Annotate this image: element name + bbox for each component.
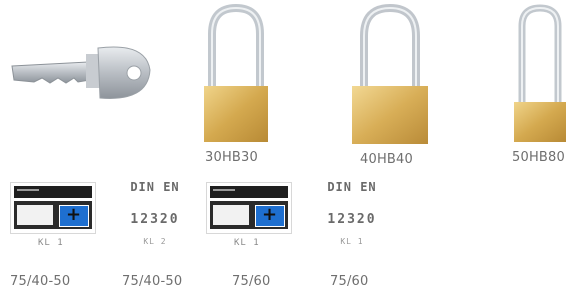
product-caption-50hb80: 50HB80 (512, 150, 565, 165)
din-title: DIN EN (327, 180, 377, 194)
din-title: DIN EN (130, 180, 180, 194)
din-en-badge: DIN EN 12320 KL 1 (314, 180, 390, 246)
din-number: 12320 (130, 212, 180, 227)
badge-caption: 75/60 (330, 274, 369, 289)
security-class-badge: + (206, 182, 292, 234)
badge-class-label: KL 1 (234, 238, 260, 248)
padlock-40hb40-image (352, 4, 428, 144)
din-sub: KL 1 (340, 237, 364, 246)
padlock-50hb80-image (514, 4, 566, 142)
din-en-badge: DIN EN 12320 KL 2 (118, 180, 192, 246)
key-image (11, 46, 151, 99)
din-sub: KL 2 (143, 237, 167, 246)
product-caption-40hb40: 40HB40 (360, 152, 413, 167)
badge-caption: 75/40-50 (122, 274, 183, 289)
security-class-badge: + (10, 182, 96, 234)
padlock-30hb30-image (204, 4, 268, 142)
din-number: 12320 (327, 212, 377, 227)
badge-caption: 75/40-50 (10, 274, 71, 289)
product-caption-30hb30: 30HB30 (205, 150, 258, 165)
badge-class-label: KL 1 (38, 238, 64, 248)
badge-caption: 75/60 (232, 274, 271, 289)
